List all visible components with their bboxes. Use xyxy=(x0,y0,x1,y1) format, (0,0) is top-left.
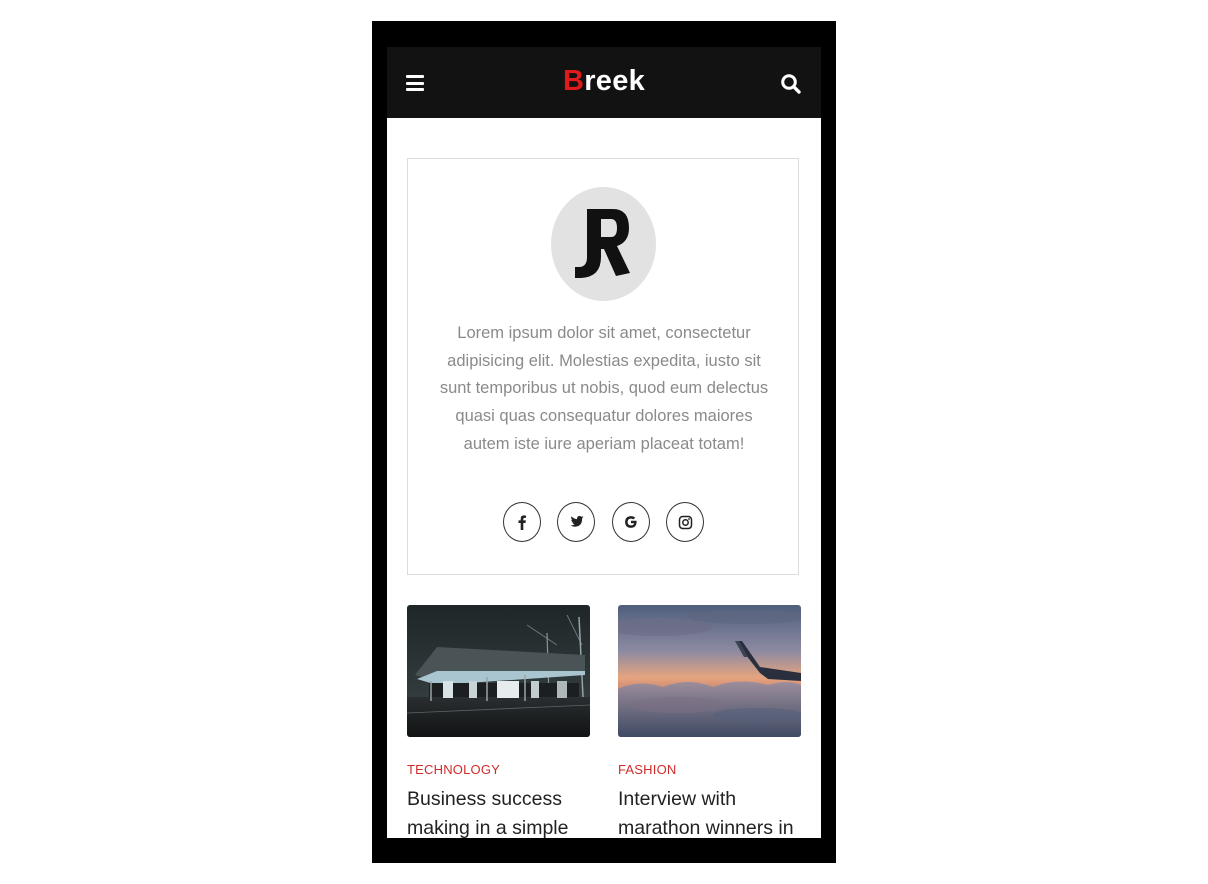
author-bio: Lorem ipsum dolor sit amet, consectetur … xyxy=(439,324,769,453)
post-card-technology[interactable]: TECHNOLOGY Business success making in a … xyxy=(407,605,590,838)
search-icon[interactable] xyxy=(779,72,803,96)
author-avatar xyxy=(551,187,656,301)
twitter-icon xyxy=(570,516,584,527)
logo-rest: reek xyxy=(584,65,646,97)
top-navbar: Breek xyxy=(387,47,821,118)
facebook-link[interactable] xyxy=(503,502,541,542)
phone-screen: Breek Lorem ipsum dolor sit amet, consec… xyxy=(387,47,821,838)
facebook-icon xyxy=(518,515,526,530)
instagram-link[interactable] xyxy=(666,502,704,542)
author-card: Lorem ipsum dolor sit amet, consectetur … xyxy=(407,158,799,575)
post-category[interactable]: TECHNOLOGY xyxy=(407,762,590,777)
instagram-icon xyxy=(678,515,692,529)
post-category[interactable]: FASHION xyxy=(618,762,801,777)
post-title[interactable]: Business success making in a simple xyxy=(407,785,590,838)
jr-monogram-logo xyxy=(575,209,630,278)
post-thumbnail-airplane-wing[interactable] xyxy=(618,605,801,737)
post-thumbnail-night-station[interactable] xyxy=(407,605,590,737)
logo-first-letter: B xyxy=(562,65,585,97)
site-logo[interactable]: Breek xyxy=(387,65,821,98)
google-link[interactable] xyxy=(612,502,650,542)
post-card-fashion[interactable]: FASHION Interview with marathon winners … xyxy=(618,605,801,838)
phone-frame: Breek Lorem ipsum dolor sit amet, consec… xyxy=(372,21,836,863)
social-links xyxy=(503,502,713,542)
post-title[interactable]: Interview with marathon winners in xyxy=(618,785,801,838)
twitter-link[interactable] xyxy=(557,502,595,542)
google-icon xyxy=(625,516,637,528)
